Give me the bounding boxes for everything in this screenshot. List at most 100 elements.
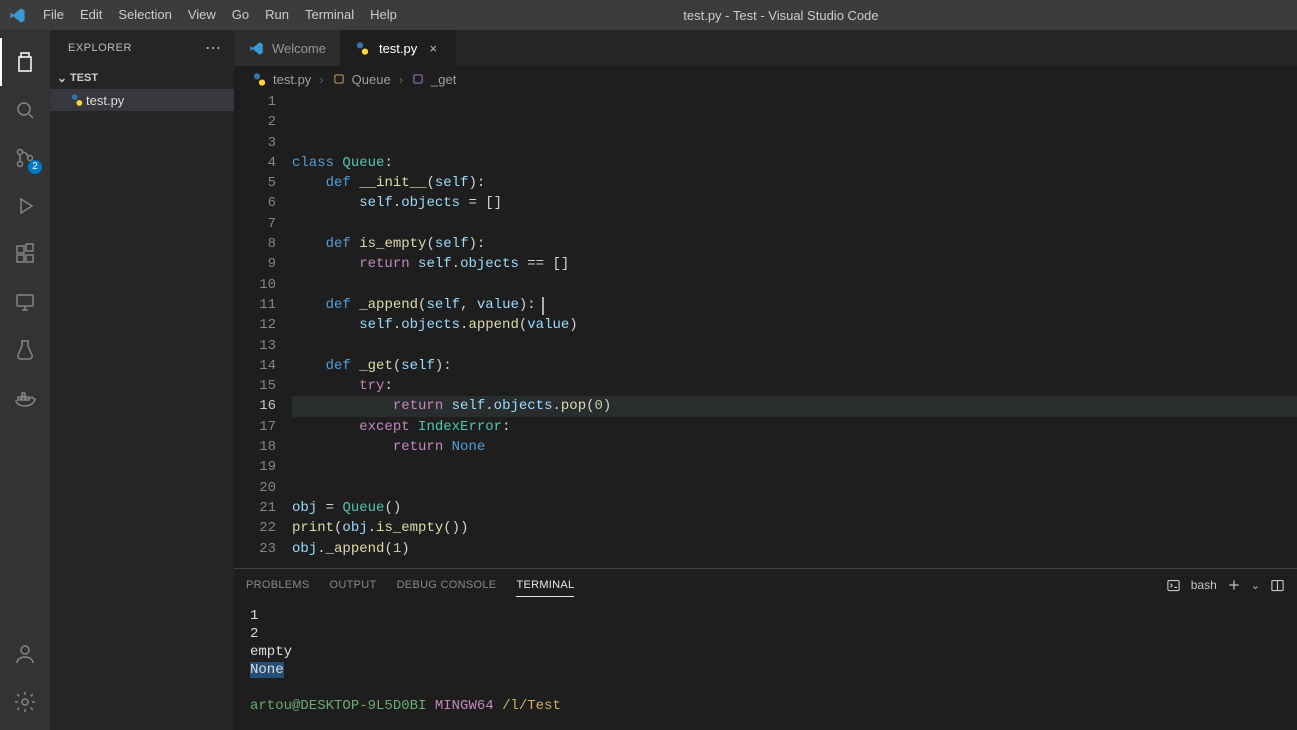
file-tree-item[interactable]: test.py [50,89,234,111]
docker-icon[interactable] [0,374,50,422]
code-line[interactable]: return None [292,437,1297,457]
code-line[interactable]: obj = Queue() [292,498,1297,518]
search-icon[interactable] [0,86,50,134]
terminal-launch-icon[interactable] [1166,578,1181,593]
file-name-label: test.py [86,93,124,108]
titlebar: FileEditSelectionViewGoRunTerminalHelp t… [0,0,1297,30]
code-line[interactable] [292,457,1297,477]
explorer-icon[interactable] [0,38,50,86]
code-line[interactable]: return self.objects.pop(0) [292,396,1297,416]
panel-tab-problems[interactable]: PROBLEMS [246,574,310,597]
activity-bar: 2 [0,30,50,730]
menu-item-help[interactable]: Help [362,0,405,30]
sidebar-header: EXPLORER ⋯ [50,30,234,65]
editor-tabs: Welcome test.py× [234,30,1297,66]
sidebar-more-icon[interactable]: ⋯ [205,38,222,58]
line-number: 12 [234,315,276,335]
panel-tabs: PROBLEMS OUTPUT DEBUG CONSOLE TERMINAL bash… [234,569,1297,601]
code-line[interactable]: try: [292,376,1297,396]
chevron-right-icon: › [315,72,327,87]
line-number: 4 [234,153,276,173]
code-editor[interactable]: 1234567891011121314151617181920212223 cl… [234,92,1297,568]
close-icon[interactable]: × [425,41,441,56]
line-number: 22 [234,518,276,538]
class-symbol-icon [332,72,346,86]
code-content[interactable]: class Queue: def __init__(self): self.ob… [292,92,1297,568]
code-line[interactable]: def _get(self): [292,356,1297,376]
code-line[interactable] [292,214,1297,234]
chevron-down-icon: ⌄ [54,71,70,85]
code-line[interactable] [292,478,1297,498]
code-line[interactable] [292,112,1297,132]
code-line[interactable]: except IndexError: [292,417,1297,437]
python-file-icon [355,40,371,56]
code-line[interactable] [292,275,1297,295]
python-file-icon [252,72,267,87]
terminal-prompt[interactable]: artou@DESKTOP-9L5D0BI MINGW64 /l/Test [250,697,1281,715]
python-file-icon [68,93,86,107]
folder-section-header[interactable]: ⌄ TEST [50,67,234,89]
remote-icon[interactable] [0,278,50,326]
code-line[interactable]: obj._append(1) [292,539,1297,559]
menu-item-edit[interactable]: Edit [72,0,110,30]
chevron-right-icon: › [395,72,407,87]
window-title: test.py - Test - Visual Studio Code [405,8,1157,23]
menu-item-run[interactable]: Run [257,0,297,30]
testing-icon[interactable] [0,326,50,374]
terminal-output[interactable]: 12emptyNoneartou@DESKTOP-9L5D0BI MINGW64… [234,601,1297,730]
menu-bar: FileEditSelectionViewGoRunTerminalHelp [35,0,405,30]
menu-item-selection[interactable]: Selection [110,0,179,30]
code-line[interactable] [292,92,1297,112]
line-number: 6 [234,193,276,213]
line-number: 18 [234,437,276,457]
code-line[interactable]: self.objects.append(value) [292,315,1297,335]
terminal-shell-label[interactable]: bash [1191,578,1217,592]
accounts-icon[interactable] [0,630,50,678]
split-panel-icon[interactable] [1270,578,1285,593]
code-line[interactable]: class Queue: [292,153,1297,173]
folder-name-label: TEST [70,72,98,84]
source-control-icon[interactable]: 2 [0,134,50,182]
run-debug-icon[interactable] [0,182,50,230]
sidebar-explorer: EXPLORER ⋯ ⌄ TEST test.py [50,30,234,730]
breadcrumb-label[interactable]: test.py [273,72,311,87]
new-terminal-icon[interactable] [1227,578,1241,592]
code-line[interactable]: print(obj.is_empty()) [292,518,1297,538]
breadcrumb-label[interactable]: _get [431,72,456,87]
menu-item-view[interactable]: View [180,0,224,30]
editor-tab[interactable]: test.py× [341,30,456,66]
line-number: 8 [234,234,276,254]
panel-tab-output[interactable]: OUTPUT [330,574,377,597]
menu-item-go[interactable]: Go [224,0,257,30]
settings-gear-icon[interactable] [0,678,50,726]
line-number: 17 [234,417,276,437]
terminal-line: 1 [250,607,1281,625]
line-number: 23 [234,539,276,559]
tab-label: Welcome [272,41,326,56]
code-line[interactable]: return self.objects == [] [292,254,1297,274]
chevron-down-icon[interactable]: ⌄ [1251,579,1260,592]
breadcrumb-label[interactable]: Queue [352,72,391,87]
code-line[interactable]: def _append(self, value): [292,295,1297,315]
editor-tab[interactable]: Welcome [234,30,341,66]
code-line[interactable]: self.objects = [] [292,193,1297,213]
panel-tab-debug-console[interactable]: DEBUG CONSOLE [397,574,497,597]
terminal-line: 2 [250,625,1281,643]
breadcrumbs[interactable]: test.py › Queue › _get [234,66,1297,92]
vscode-logo-icon [0,7,35,24]
menu-item-file[interactable]: File [35,0,72,30]
text-cursor [542,297,544,315]
code-line[interactable] [292,133,1297,153]
line-number: 5 [234,173,276,193]
panel-tab-terminal[interactable]: TERMINAL [516,574,574,597]
extensions-icon[interactable] [0,230,50,278]
code-line[interactable] [292,336,1297,356]
code-line[interactable]: def is_empty(self): [292,234,1297,254]
line-number: 20 [234,478,276,498]
code-line[interactable]: def __init__(self): [292,173,1297,193]
menu-item-terminal[interactable]: Terminal [297,0,362,30]
line-number: 13 [234,336,276,356]
line-number: 14 [234,356,276,376]
line-number: 2 [234,112,276,132]
line-number: 10 [234,275,276,295]
